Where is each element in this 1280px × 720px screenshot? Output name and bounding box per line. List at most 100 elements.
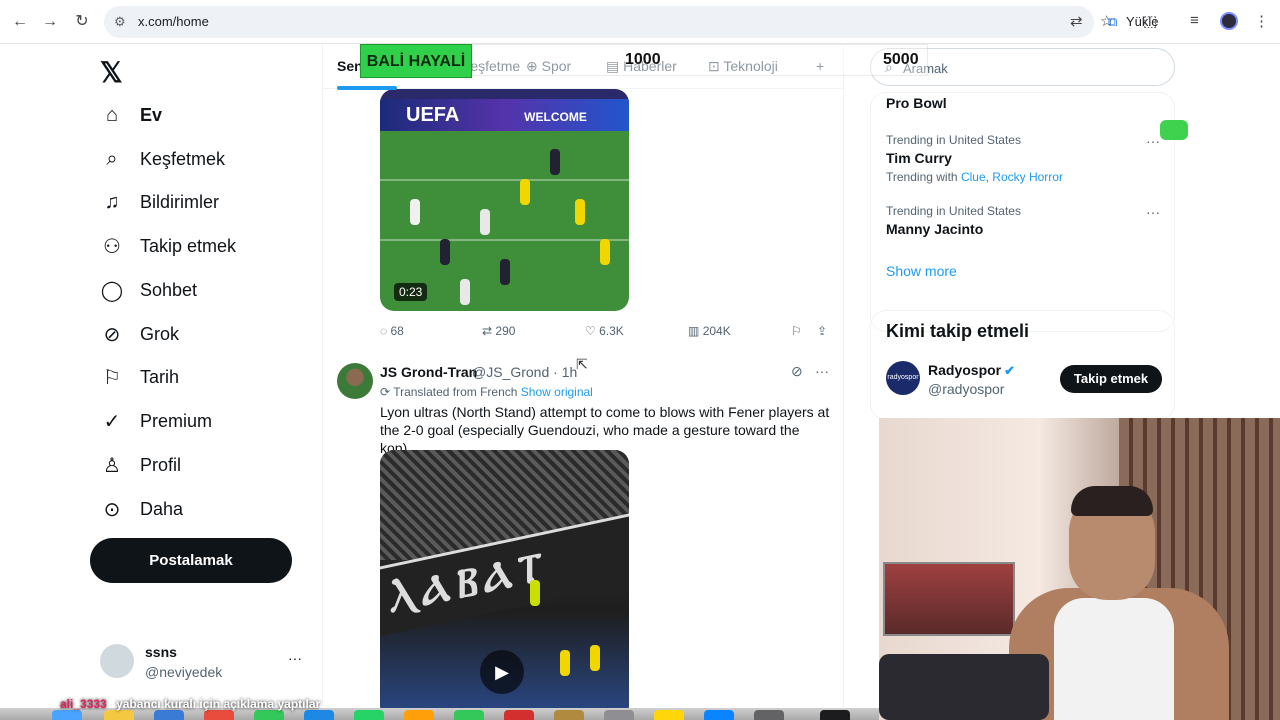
retweet-count: 290 (495, 324, 516, 338)
translation-notice: ⟳ Translated from French Show original (380, 385, 593, 399)
forward-icon[interactable]: → (40, 12, 60, 32)
account-switcher[interactable]: ssns @neviyedek ··· (100, 640, 310, 690)
translate-icon[interactable]: ⇄ (1070, 12, 1083, 30)
player-figure (520, 179, 530, 205)
reply-count: 68 (390, 324, 404, 338)
like-button[interactable]: ♡ 6.3K (585, 324, 624, 338)
trend-link[interactable]: Clue (961, 170, 986, 184)
nav-label: Bildirimler (140, 191, 220, 212)
chat-ticker: ali_3333 yabancı kuralı için açıklama ya… (60, 697, 320, 711)
menu-icon[interactable]: ⋮ (1254, 12, 1269, 30)
app-icon[interactable] (104, 710, 134, 720)
trend-link[interactable]: Rocky Horror (992, 170, 1063, 184)
ticker-user: ali_3333 (60, 697, 107, 711)
url-text[interactable]: x.com/home (138, 14, 209, 29)
whatsapp-icon[interactable] (354, 710, 384, 720)
reply-icon: ◌ (380, 324, 388, 338)
more-icon[interactable]: ··· (1146, 133, 1160, 149)
site-settings-icon[interactable]: ⚙ (114, 14, 126, 30)
player-figure (530, 580, 540, 606)
account-handle: @neviyedek (145, 664, 223, 680)
more-icon[interactable]: ··· (288, 650, 302, 666)
nav-label: Premium (140, 410, 213, 431)
timeline: UEFA WELCOME 0:23 ◌ 68 ⇄ 290 ♡ 6.3K ▥ 20 (322, 44, 844, 720)
trend-title[interactable]: Manny Jacinto (886, 221, 983, 237)
more-icon[interactable]: ··· (1146, 204, 1160, 220)
nav-explore[interactable]: ⌕ Keşfetmek (100, 139, 225, 179)
reply-button[interactable]: ◌ 68 (380, 324, 404, 338)
finder-icon[interactable] (52, 710, 82, 720)
trend-meta: Trending in United States (886, 204, 1021, 218)
nav-more[interactable]: ⊙ Daha (100, 489, 183, 529)
app-icon[interactable] (820, 710, 850, 720)
extensions-icon[interactable]: ⬚ (1143, 12, 1157, 30)
nav-chat[interactable]: ◯ Sohbet (100, 270, 197, 310)
show-original-link[interactable]: Show original (521, 385, 593, 399)
app-icon[interactable] (304, 710, 334, 720)
address-bar[interactable]: ⚙ x.com/home ⧉ Yükle (104, 6, 1167, 38)
chat-icon: ◯ (100, 279, 124, 302)
nav-follow[interactable]: ⚇ Takip etmek (100, 226, 236, 266)
tweet-author-name[interactable]: JS Grond-Tran (380, 364, 477, 380)
app-icon[interactable] (554, 710, 584, 720)
suggestion-name[interactable]: Radyospor ✔ (928, 362, 1015, 379)
play-icon[interactable]: ▶ (480, 650, 524, 694)
banner-text-2: WELCOME (524, 110, 587, 124)
bookmark-button[interactable]: ⚐ (791, 324, 802, 338)
translate-icon: ⟳ (380, 385, 391, 399)
safari-icon[interactable] (154, 710, 184, 720)
home-icon: ⌂ (105, 103, 119, 126)
player-figure (460, 279, 470, 305)
trend-meta: Trending in United States (886, 133, 1021, 147)
retweet-button[interactable]: ⇄ 290 (482, 324, 515, 338)
tweet-author-handle[interactable]: @JS_Grond · 1h (472, 364, 577, 380)
views-button[interactable]: ▥ 204K (688, 324, 731, 338)
trend-title[interactable]: Tim Curry (886, 150, 952, 166)
app-icon[interactable] (604, 710, 634, 720)
mouse-cursor-icon: ⇱ (576, 356, 588, 372)
star-icon[interactable]: ☆ (1100, 12, 1113, 30)
nav-label: Keşfetmek (140, 148, 226, 169)
settings-icon[interactable] (754, 710, 784, 720)
notes-icon[interactable] (654, 710, 684, 720)
avatar[interactable] (337, 363, 373, 399)
translated-label: Translated from French (393, 385, 518, 399)
app-store-icon[interactable] (704, 710, 734, 720)
browser-toolbar: ← → ↻ ⚙ x.com/home ⧉ Yükle ⇄ ☆ ⬚ ≡ ⋮ (0, 0, 1280, 44)
tweet-actions: ◌ 68 ⇄ 290 ♡ 6.3K ▥ 204K ⚐ ⇪ (380, 324, 840, 344)
nav-premium[interactable]: ✓ Premium (100, 401, 212, 441)
post-button[interactable]: Postalamak (90, 538, 292, 583)
grok-icon[interactable]: ⊘ (791, 363, 803, 380)
follow-button[interactable]: Takip etmek (1060, 365, 1162, 393)
profile-avatar[interactable] (1220, 12, 1238, 30)
nav-home[interactable]: ⌂ Ev (100, 95, 162, 135)
facetime-icon[interactable] (454, 710, 484, 720)
heart-icon: ♡ (585, 324, 596, 338)
nav-label: Takip etmek (140, 235, 237, 256)
app-icon[interactable] (504, 710, 534, 720)
reload-icon[interactable]: ↻ (72, 12, 92, 32)
avatar (100, 644, 134, 678)
video-player[interactable]: UEFA WELCOME 0:23 (380, 89, 629, 311)
video-player[interactable]: ⲖⲀⲂⲀⲦ ▶ (380, 450, 629, 720)
nav-notifications[interactable]: ♫ Bildirimler (100, 182, 220, 222)
share-icon[interactable]: ⇪ (817, 324, 827, 338)
nav-profile[interactable]: ♙ Profil (100, 445, 181, 485)
back-icon[interactable]: ← (10, 12, 30, 32)
app-icon[interactable] (204, 710, 234, 720)
bookmark-icon: ⚐ (103, 366, 121, 389)
trend-title[interactable]: Pro Bowl (886, 95, 947, 111)
more-icon[interactable]: ··· (815, 363, 829, 379)
media-icon[interactable]: ≡ (1190, 12, 1199, 29)
messages-icon[interactable] (254, 710, 284, 720)
tab-for-you[interactable]: Sen (337, 58, 363, 74)
nav-grok[interactable]: ⊘ Grok (100, 314, 179, 354)
x-logo-icon[interactable]: 𝕏 (100, 56, 123, 89)
player-figure (590, 645, 600, 671)
player-figure (410, 199, 420, 225)
nav-bookmarks[interactable]: ⚐ Tarih (100, 357, 179, 397)
avatar[interactable]: radyospor (886, 361, 920, 395)
pitch-line (380, 239, 629, 241)
show-more-link[interactable]: Show more (886, 263, 957, 279)
photos-icon[interactable] (404, 710, 434, 720)
